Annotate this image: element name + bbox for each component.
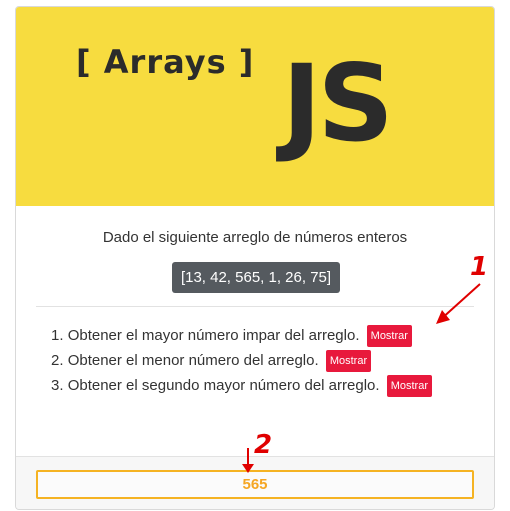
result-output: 565	[36, 470, 474, 499]
js-logo: JS	[282, 42, 394, 165]
task-text: Obtener el segundo mayor número del arre…	[67, 377, 380, 394]
task-text: Obtener el menor número del arreglo.	[67, 352, 319, 369]
banner-image: [ Arrays ] JS	[16, 7, 494, 206]
task-list: 1. Obtener el mayor número impar del arr…	[51, 323, 432, 398]
task-item: 2. Obtener el menor número del arreglo. …	[51, 348, 432, 373]
task-number: 1.	[51, 327, 64, 344]
show-button-2[interactable]: Mostrar	[325, 350, 372, 373]
divider	[36, 306, 474, 307]
task-number: 3.	[51, 377, 64, 394]
annotation-marker-1: 1	[470, 252, 489, 282]
task-item: 3. Obtener el segundo mayor número del a…	[51, 373, 432, 398]
banner-arrays-label: [ Arrays ]	[76, 43, 255, 81]
array-display: [13, 42, 565, 1, 26, 75]	[172, 262, 340, 293]
card-footer: 565	[16, 456, 494, 509]
annotation-marker-2: 2	[254, 430, 273, 460]
task-number: 2.	[51, 352, 64, 369]
intro-text: Dado el siguiente arreglo de números ent…	[102, 229, 408, 246]
task-item: 1. Obtener el mayor número impar del arr…	[51, 323, 432, 348]
show-button-3[interactable]: Mostrar	[386, 375, 432, 398]
task-text: Obtener el mayor número impar del arregl…	[67, 327, 360, 344]
show-button-1[interactable]: Mostrar	[366, 325, 412, 348]
